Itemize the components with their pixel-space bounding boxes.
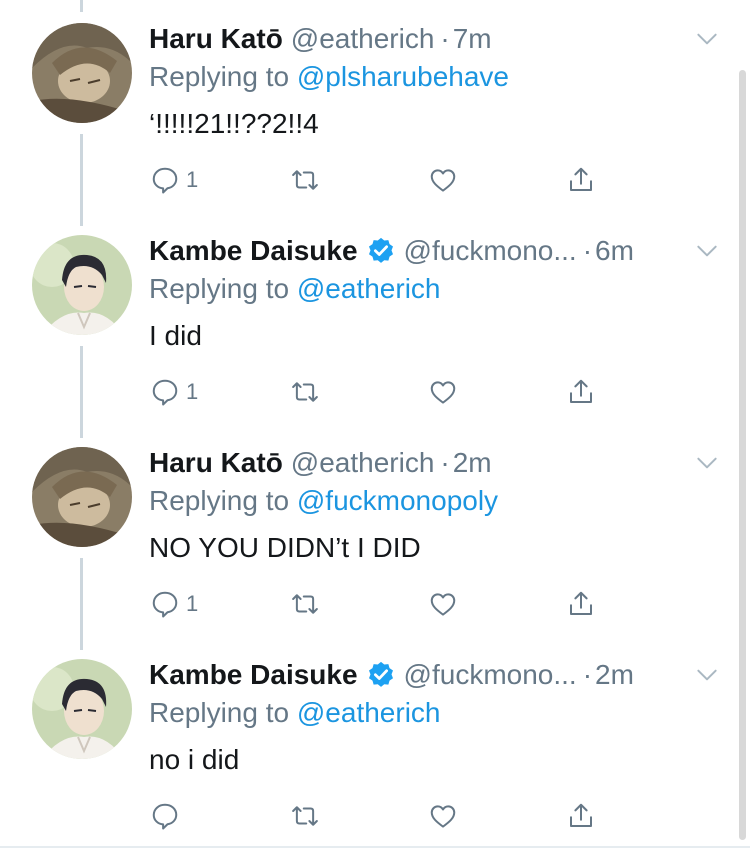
- heart-icon: [430, 381, 456, 404]
- reply-button[interactable]: 1: [150, 374, 198, 410]
- avatar[interactable]: [32, 447, 132, 547]
- share-button[interactable]: [566, 374, 596, 410]
- tweet-actions: [150, 798, 620, 834]
- heart-icon: [430, 169, 456, 192]
- like-button[interactable]: [428, 162, 458, 198]
- chevron-down-icon[interactable]: [694, 450, 720, 476]
- retweet-icon: [292, 806, 318, 826]
- tweet[interactable]: Kambe Daisuke @fuckmono... · 6m Replying…: [0, 212, 750, 424]
- reply-count: 1: [186, 167, 199, 192]
- user-handle[interactable]: @eatherich: [291, 446, 435, 480]
- separator-dot: ·: [440, 447, 450, 478]
- mention-link[interactable]: @fuckmonopoly: [297, 485, 498, 516]
- like-button[interactable]: [428, 798, 458, 834]
- reply-button[interactable]: 1: [150, 162, 198, 198]
- display-name[interactable]: Haru Katō: [149, 22, 283, 56]
- reply-icon: [152, 803, 178, 830]
- tweet-actions: 1: [150, 586, 620, 622]
- replying-to: Replying to @eatherich: [149, 272, 440, 306]
- tweet[interactable]: Kambe Daisuke @fuckmono... · 2m Replying…: [0, 636, 750, 848]
- replying-to-label: Replying to: [149, 273, 290, 304]
- reply-count: 1: [186, 591, 199, 616]
- tweet-header: Kambe Daisuke @fuckmono... · 2m: [149, 658, 720, 692]
- like-button[interactable]: [428, 374, 458, 410]
- timestamp[interactable]: 2m: [595, 658, 634, 692]
- separator-dot: ·: [582, 235, 593, 266]
- separator-dot: ·: [582, 659, 593, 690]
- share-icon: [570, 379, 592, 403]
- user-handle[interactable]: @fuckmono...: [404, 658, 577, 692]
- timestamp[interactable]: 6m: [595, 234, 634, 268]
- share-icon: [570, 591, 592, 615]
- avatar[interactable]: [32, 23, 132, 123]
- retweet-icon: [292, 170, 318, 190]
- tweet-text: no i did: [149, 744, 240, 775]
- reply-button[interactable]: 1: [150, 586, 198, 622]
- heart-icon: [430, 805, 456, 828]
- reply-count: 1: [186, 379, 199, 404]
- haru-avatar-image: [32, 23, 132, 123]
- chevron-down-icon[interactable]: [694, 26, 720, 52]
- share-button[interactable]: [566, 586, 596, 622]
- kambe-avatar-image: [32, 659, 132, 759]
- tweet-text: I did: [149, 320, 202, 351]
- replying-to-label: Replying to: [149, 485, 290, 516]
- timestamp[interactable]: 7m: [453, 22, 492, 56]
- replying-to: Replying to @eatherich: [149, 696, 440, 730]
- tweet-thread: Haru Katō @eatherich · 7m Replying to @p…: [0, 0, 750, 848]
- reply-icon: [152, 591, 178, 618]
- kambe-avatar-image: [32, 235, 132, 335]
- retweet-button[interactable]: [290, 162, 320, 198]
- heart-icon: [430, 593, 456, 616]
- retweet-button[interactable]: [290, 798, 320, 834]
- mention-link[interactable]: @eatherich: [297, 273, 441, 304]
- user-handle[interactable]: @fuckmono...: [404, 234, 577, 268]
- user-handle[interactable]: @eatherich: [291, 22, 435, 56]
- tweet-text: NO YOU DIDN’t I DID: [149, 532, 421, 563]
- chevron-down-icon[interactable]: [694, 238, 720, 264]
- avatar[interactable]: [32, 659, 132, 759]
- share-button[interactable]: [566, 162, 596, 198]
- reply-button[interactable]: [150, 798, 186, 834]
- reply-icon: [152, 379, 178, 406]
- share-icon: [570, 167, 592, 191]
- tweet-header: Haru Katō @eatherich · 2m: [149, 446, 720, 480]
- display-name[interactable]: Kambe Daisuke: [149, 658, 358, 692]
- verified-badge-icon: [368, 237, 393, 263]
- retweet-icon: [292, 594, 318, 614]
- timestamp[interactable]: 2m: [453, 446, 492, 480]
- replying-to: Replying to @plsharubehave: [149, 60, 509, 94]
- replying-to: Replying to @fuckmonopoly: [149, 484, 498, 518]
- tweet-header: Haru Katō @eatherich · 7m: [149, 22, 720, 56]
- like-button[interactable]: [428, 586, 458, 622]
- retweet-icon: [292, 382, 318, 402]
- tweet[interactable]: Haru Katō @eatherich · 7m Replying to @p…: [0, 0, 750, 212]
- replying-to-label: Replying to: [149, 697, 290, 728]
- retweet-button[interactable]: [290, 586, 320, 622]
- mention-link[interactable]: @plsharubehave: [297, 61, 509, 92]
- retweet-button[interactable]: [290, 374, 320, 410]
- mention-link[interactable]: @eatherich: [297, 697, 441, 728]
- tweet-actions: 1: [150, 374, 620, 410]
- replying-to-label: Replying to: [149, 61, 290, 92]
- reply-icon: [152, 167, 178, 194]
- tweet-actions: 1: [150, 162, 620, 198]
- scrollbar[interactable]: [739, 70, 746, 840]
- tweet-header: Kambe Daisuke @fuckmono... · 6m: [149, 234, 720, 268]
- separator-dot: ·: [440, 23, 450, 54]
- display-name[interactable]: Haru Katō: [149, 446, 283, 480]
- avatar[interactable]: [32, 235, 132, 335]
- share-button[interactable]: [566, 798, 596, 834]
- chevron-down-icon[interactable]: [694, 662, 720, 688]
- tweet[interactable]: Haru Katō @eatherich · 2m Replying to @f…: [0, 424, 750, 636]
- verified-badge-icon: [368, 661, 393, 687]
- tweet-text: ‘!!!!!21!!??2!!4: [149, 108, 319, 139]
- haru-avatar-image: [32, 447, 132, 547]
- display-name[interactable]: Kambe Daisuke: [149, 234, 358, 268]
- share-icon: [570, 803, 592, 827]
